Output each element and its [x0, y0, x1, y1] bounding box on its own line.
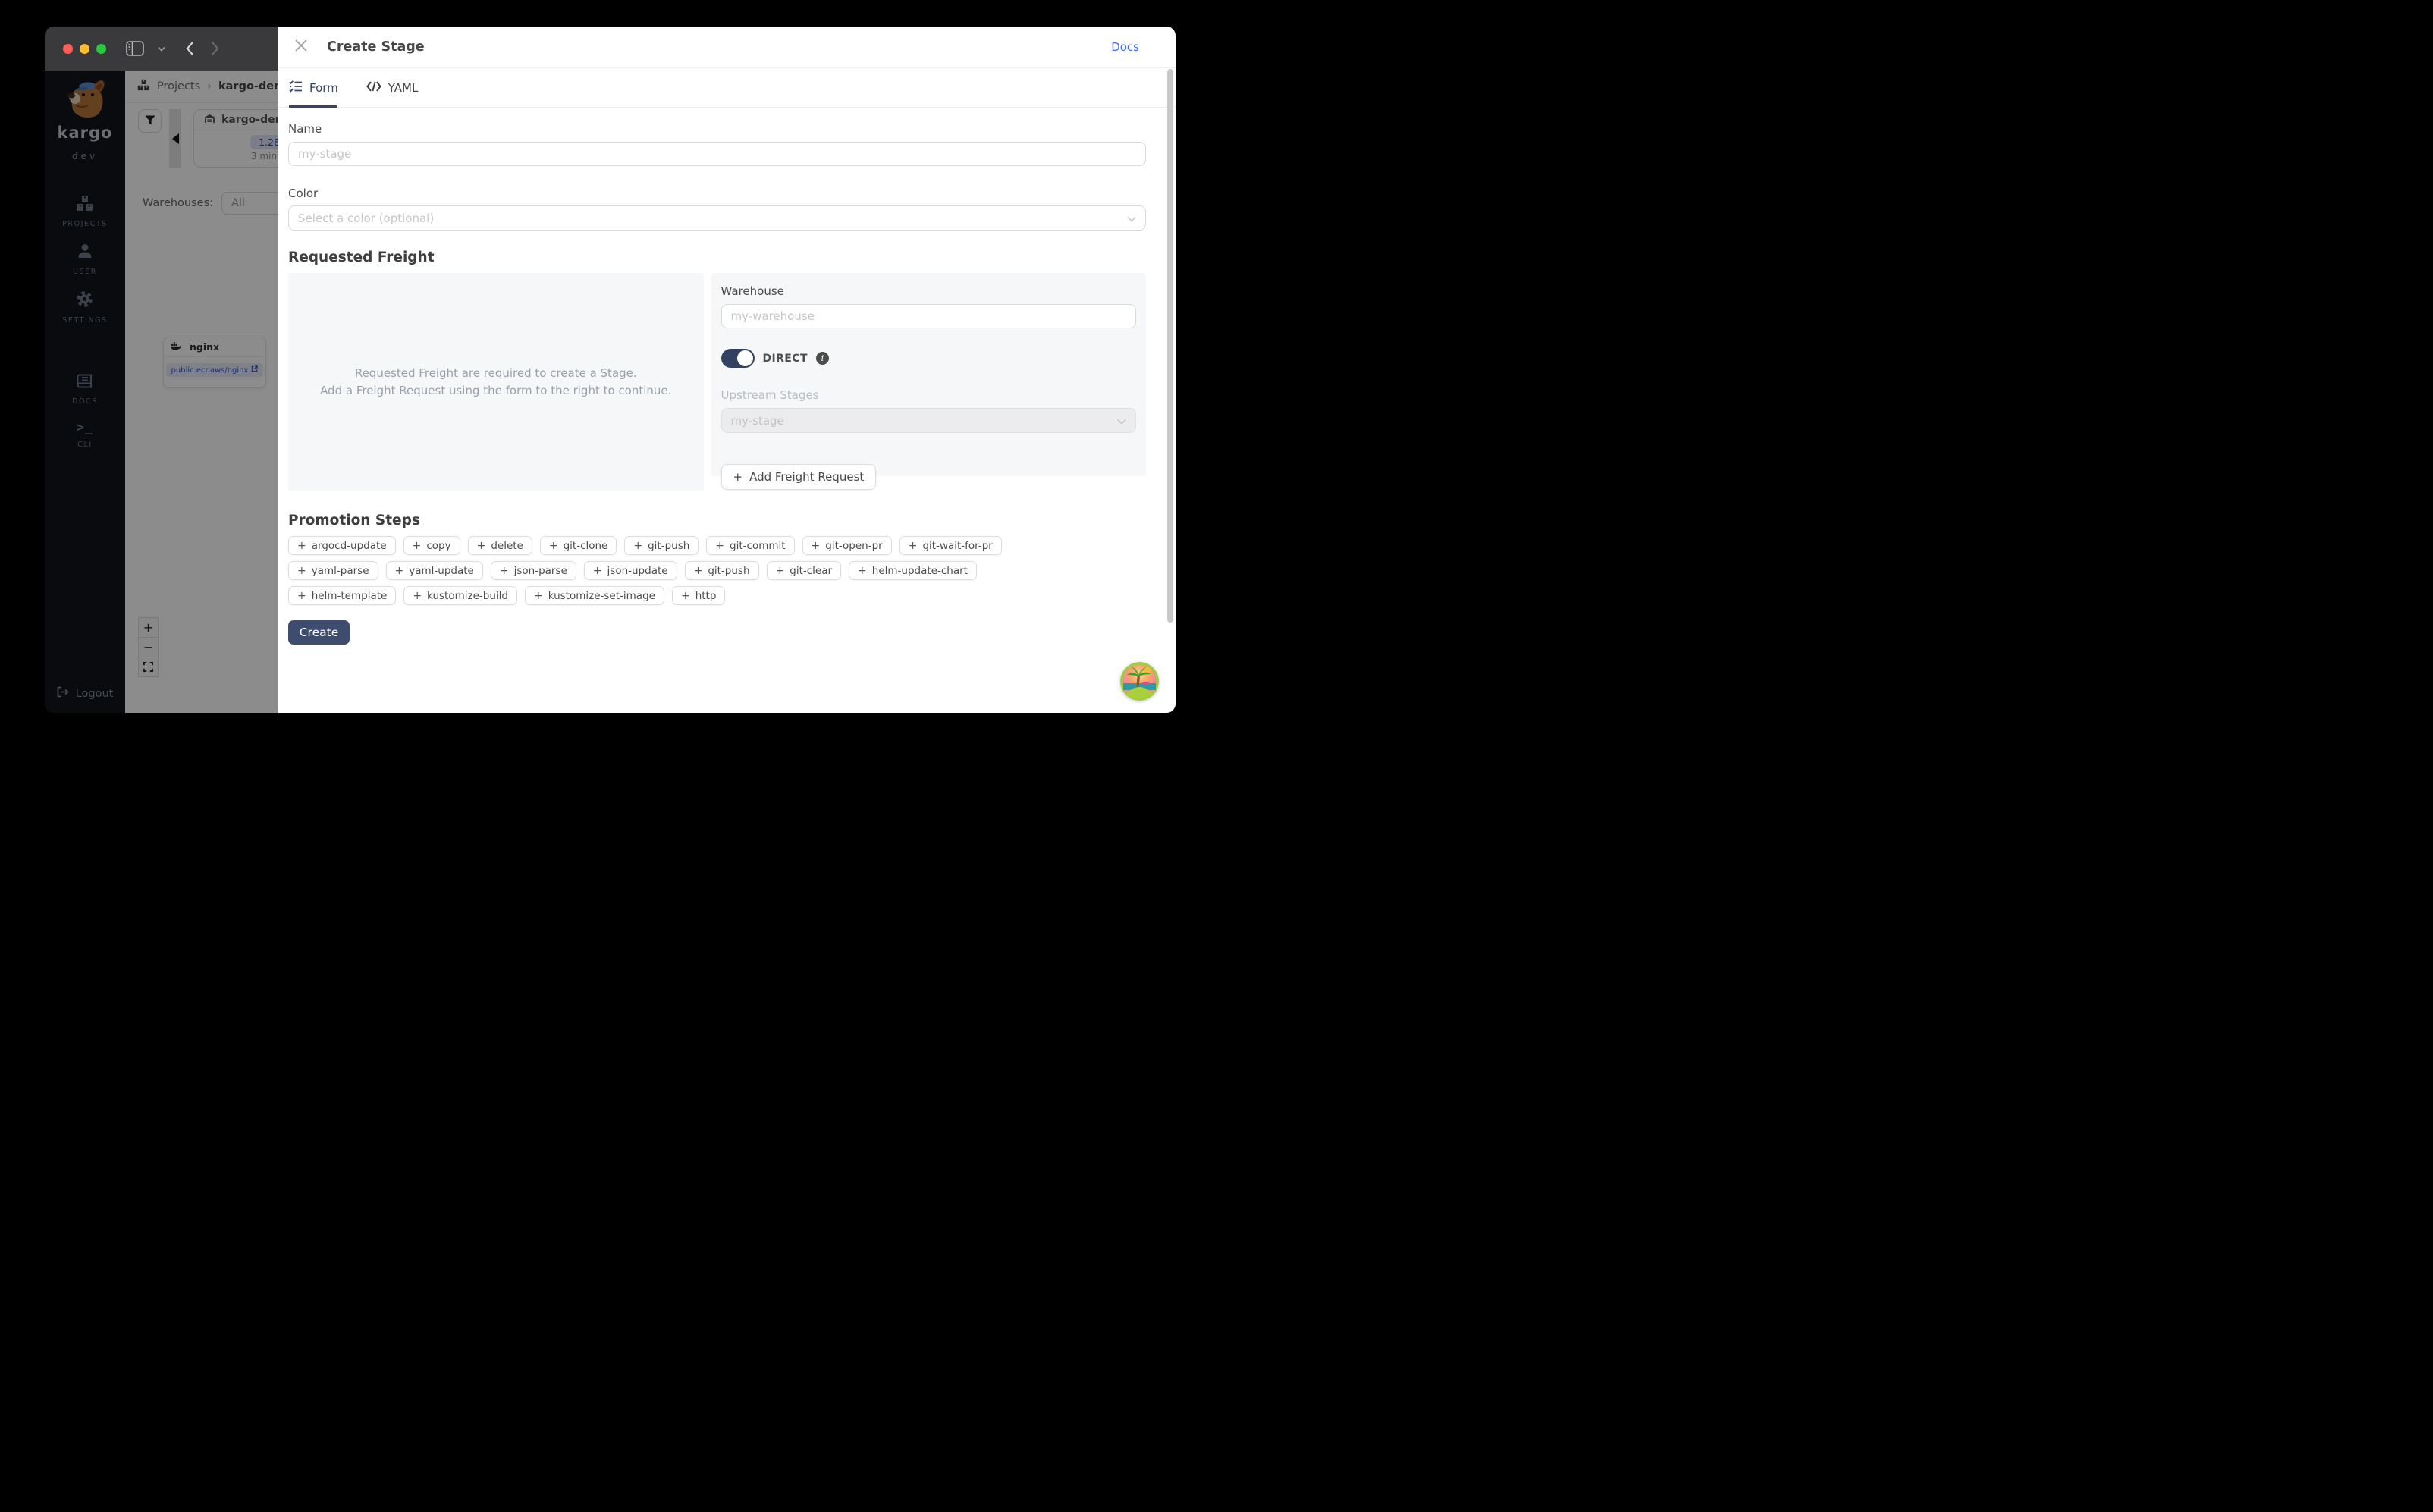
promotion-steps-list: +argocd-update +copy +delete +git-clone … — [288, 536, 1058, 605]
step-chip[interactable]: +json-update — [584, 561, 677, 580]
projects-icon — [76, 195, 94, 215]
step-chip[interactable]: +git-commit — [706, 536, 794, 555]
book-icon — [77, 374, 93, 392]
tab-yaml[interactable]: YAML — [366, 81, 419, 95]
zoom-window-button[interactable] — [96, 44, 106, 54]
plus-icon: + — [413, 540, 422, 552]
plus-icon: + — [776, 565, 785, 577]
plus-icon: + — [858, 565, 867, 577]
plus-icon: + — [297, 540, 306, 552]
freight-empty-state: Requested Freight are required to create… — [288, 273, 704, 491]
toggle-knob — [737, 350, 753, 366]
user-icon — [77, 243, 93, 262]
create-stage-modal: Create Stage Docs Form YAML Name Color S… — [278, 27, 1176, 713]
plus-icon: + — [812, 540, 821, 552]
warehouse-label: Warehouse — [721, 284, 1137, 298]
chevron-down-icon[interactable] — [158, 46, 165, 52]
kargo-wordmark: kargo — [58, 124, 113, 142]
name-label: Name — [288, 122, 1146, 136]
step-chip[interactable]: +kustomize-build — [403, 586, 517, 605]
promotion-steps-heading: Promotion Steps — [288, 513, 1146, 529]
plus-icon: + — [534, 590, 543, 602]
direct-label: DIRECT — [763, 353, 808, 365]
plus-icon: + — [633, 540, 642, 552]
plus-icon: + — [694, 565, 703, 577]
upstream-stages-select[interactable]: my-stage — [721, 408, 1137, 433]
plus-icon: + — [413, 590, 422, 602]
plus-icon: + — [909, 540, 918, 552]
freight-request-form: Warehouse DIRECT i Upstream Stages my-st… — [711, 273, 1147, 476]
step-chip[interactable]: +json-parse — [491, 561, 576, 580]
plus-icon: + — [477, 540, 486, 552]
step-chip[interactable]: +copy — [403, 536, 460, 555]
forward-button[interactable] — [211, 41, 220, 56]
step-chip[interactable]: +git-push — [685, 561, 759, 580]
step-chip[interactable]: +yaml-parse — [288, 561, 378, 580]
close-icon[interactable] — [295, 39, 307, 55]
info-icon[interactable]: i — [816, 352, 829, 365]
sidebar-item-cli[interactable]: >_ CLI — [77, 420, 93, 449]
plus-icon: + — [733, 470, 743, 484]
step-chip[interactable]: +git-clone — [540, 536, 617, 555]
warehouse-input[interactable] — [721, 304, 1137, 328]
logout-button[interactable]: Logout — [57, 686, 114, 701]
kargo-logo-icon[interactable] — [61, 78, 109, 122]
stage-name-input[interactable] — [288, 142, 1146, 166]
step-chip[interactable]: +delete — [468, 536, 532, 555]
step-chip[interactable]: +git-clear — [767, 561, 842, 580]
plus-icon: + — [549, 540, 558, 552]
plus-icon: + — [681, 590, 690, 602]
step-chip[interactable]: +kustomize-set-image — [525, 586, 664, 605]
step-chip[interactable]: +git-push — [624, 536, 699, 555]
sidebar-item-settings[interactable]: SETTINGS — [62, 290, 108, 325]
minimize-window-button[interactable] — [80, 44, 89, 54]
step-chip[interactable]: +helm-template — [288, 586, 396, 605]
docs-link[interactable]: Docs — [1111, 40, 1139, 54]
plus-icon: + — [500, 565, 509, 577]
color-label: Color — [288, 187, 1146, 200]
step-chip[interactable]: +argocd-update — [288, 536, 396, 555]
chevron-down-icon — [1127, 212, 1136, 225]
plus-icon: + — [395, 565, 404, 577]
checklist-icon — [289, 80, 303, 96]
app-sidebar: kargo dev PROJECTS USER SETTINGS DOCS — [45, 71, 125, 713]
sidebar-item-docs[interactable]: DOCS — [72, 374, 98, 406]
code-icon — [366, 81, 381, 95]
requested-freight-heading: Requested Freight — [288, 249, 1146, 265]
step-chip[interactable]: +git-wait-for-pr — [899, 536, 1002, 555]
scrollbar-thumb[interactable] — [1167, 69, 1173, 623]
plus-icon: + — [297, 565, 306, 577]
browser-window: localhost — [45, 27, 1176, 713]
color-select[interactable]: Select a color (optional) — [288, 205, 1146, 231]
sidebar-item-projects[interactable]: PROJECTS — [62, 195, 108, 228]
plus-icon: + — [297, 590, 306, 602]
add-freight-request-button[interactable]: + Add Freight Request — [721, 464, 877, 490]
gear-icon — [76, 290, 93, 311]
plus-icon: + — [715, 540, 724, 552]
plus-icon: + — [593, 565, 602, 577]
close-window-button[interactable] — [63, 44, 73, 54]
chevron-down-icon — [1117, 414, 1126, 428]
logout-icon — [57, 686, 69, 701]
direct-toggle[interactable] — [721, 349, 755, 368]
step-chip[interactable]: +yaml-update — [386, 561, 483, 580]
back-button[interactable] — [185, 41, 194, 56]
terminal-icon: >_ — [77, 420, 93, 435]
sidebar-item-user[interactable]: USER — [73, 243, 97, 276]
island-avatar[interactable] — [1120, 662, 1159, 701]
step-chip[interactable]: +git-open-pr — [802, 536, 892, 555]
upstream-stages-label: Upstream Stages — [721, 388, 1137, 402]
traffic-lights — [63, 44, 106, 54]
step-chip[interactable]: +http — [672, 586, 725, 605]
modal-title: Create Stage — [327, 39, 425, 55]
tab-form[interactable]: Form — [289, 80, 338, 96]
env-label: dev — [72, 151, 98, 162]
step-chip[interactable]: +helm-update-chart — [849, 561, 977, 580]
sidebar-toggle-icon[interactable] — [126, 41, 144, 56]
create-button[interactable]: Create — [288, 620, 350, 645]
